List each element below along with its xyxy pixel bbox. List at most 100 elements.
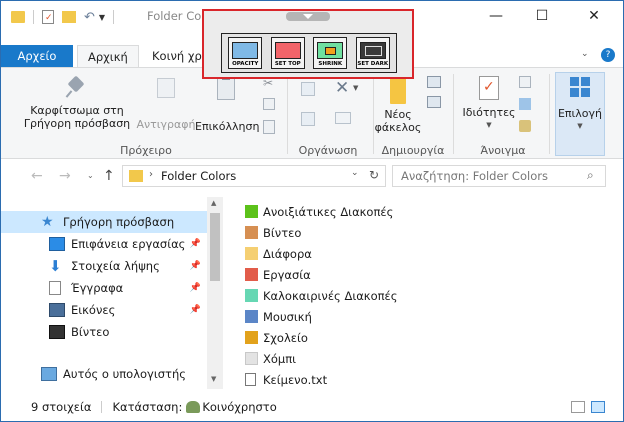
edit-icon[interactable] bbox=[519, 98, 531, 110]
folder-icon bbox=[245, 205, 258, 218]
folder-icon bbox=[245, 310, 258, 323]
minimize-button[interactable]: — bbox=[481, 7, 511, 25]
list-item[interactable]: Εργασία bbox=[245, 264, 605, 285]
shrink-button[interactable]: SHRINK bbox=[313, 37, 348, 69]
list-item[interactable]: Κείμενο.txt bbox=[245, 369, 605, 390]
set-top-button[interactable]: SET TOP bbox=[270, 37, 305, 69]
large-icons-view-icon[interactable] bbox=[591, 401, 605, 413]
ribbon: Καρφίτσωμα στη Γρήγορη πρόσβαση Αντιγραφ… bbox=[1, 67, 623, 159]
delete-icon[interactable]: ✕ bbox=[335, 78, 349, 98]
copy-path-icon[interactable] bbox=[263, 98, 275, 110]
file-name: Κείμενο.txt bbox=[263, 372, 328, 387]
pin-icon[interactable]: 📌 bbox=[190, 239, 201, 249]
select-label: Επιλογή bbox=[557, 107, 603, 120]
paste-shortcut-icon[interactable] bbox=[263, 120, 275, 134]
new-folder-button[interactable]: Νέος φάκελος bbox=[373, 78, 423, 134]
list-item[interactable]: Διάφορα bbox=[245, 243, 605, 264]
new-folder-icon[interactable] bbox=[62, 11, 76, 23]
paste-button[interactable]: Επικόλληση bbox=[195, 76, 259, 133]
address-bar-row: ← → ⌄ ↑ › Folder Colors ⌄ ↻ Αναζήτηση: F… bbox=[1, 161, 623, 191]
toolbar-grip-handle[interactable] bbox=[286, 12, 330, 21]
desktop-icon bbox=[49, 237, 65, 251]
maximize-button[interactable]: ☐ bbox=[527, 7, 557, 25]
file-name: Βίντεο bbox=[263, 225, 302, 240]
folder-icon bbox=[245, 226, 258, 239]
scroll-up-icon[interactable]: ▲ bbox=[211, 199, 216, 207]
separator bbox=[113, 10, 115, 24]
pin-icon[interactable]: 📌 bbox=[190, 283, 201, 293]
nav-item-pictures[interactable]: Εικόνες 📌 bbox=[1, 299, 207, 321]
list-item[interactable]: Ανοιξιάτικες Διακοπές bbox=[245, 201, 605, 222]
list-item[interactable]: Σχολείο bbox=[245, 327, 605, 348]
item-count: 9 στοιχεία bbox=[31, 400, 92, 414]
scroll-down-icon[interactable]: ▼ bbox=[211, 375, 216, 383]
properties-button[interactable]: ✓ Ιδιότητες ▼ bbox=[457, 76, 521, 132]
state-value: Κοινόχρηστο bbox=[202, 400, 277, 414]
file-name: Μουσική bbox=[263, 309, 312, 324]
copy-button[interactable]: Αντιγραφή bbox=[135, 78, 197, 131]
tab-file[interactable]: Αρχείο bbox=[1, 45, 73, 67]
pin-quick-access-button[interactable]: Καρφίτσωμα στη Γρήγορη πρόσβαση bbox=[19, 75, 135, 130]
pin-icon[interactable]: 📌 bbox=[190, 261, 201, 271]
nav-item-desktop[interactable]: Επιφάνεια εργασίας 📌 bbox=[1, 233, 207, 255]
open-icon[interactable] bbox=[519, 76, 531, 88]
delete-dropdown-icon[interactable]: ▼ bbox=[353, 84, 358, 92]
details-view-icon[interactable] bbox=[571, 401, 585, 413]
search-input[interactable]: Αναζήτηση: Folder Colors bbox=[401, 169, 548, 183]
nav-item-quick-access[interactable]: ★ Γρήγορη πρόσβαση bbox=[1, 211, 207, 233]
nav-item-videos[interactable]: Βίντεο bbox=[1, 321, 207, 343]
close-button[interactable]: ✕ bbox=[579, 7, 609, 25]
nav-item-label: Έγγραφα bbox=[71, 281, 124, 295]
folder-icon[interactable] bbox=[11, 11, 25, 23]
list-item[interactable]: Χόμπι bbox=[245, 348, 605, 369]
rename-icon[interactable] bbox=[335, 112, 351, 124]
up-arrow-icon[interactable]: ↑ bbox=[103, 168, 115, 184]
address-dropdown-icon[interactable]: ⌄ bbox=[351, 168, 359, 178]
ribbon-expand-icon[interactable]: ⌄ bbox=[581, 49, 589, 59]
nav-item-documents[interactable]: Έγγραφα 📌 bbox=[1, 277, 207, 299]
recent-dropdown-icon[interactable]: ⌄ bbox=[87, 171, 94, 180]
file-name: Σχολείο bbox=[263, 330, 308, 345]
back-arrow-icon[interactable]: ← bbox=[31, 168, 43, 184]
nav-item-label: Αυτός ο υπολογιστής bbox=[63, 367, 186, 381]
nav-item-this-pc[interactable]: Αυτός ο υπολογιστής bbox=[1, 363, 207, 385]
file-name: Διάφορα bbox=[263, 246, 312, 261]
list-item[interactable]: Βίντεο bbox=[245, 222, 605, 243]
easy-access-icon[interactable] bbox=[427, 96, 441, 108]
breadcrumb-current[interactable]: Folder Colors bbox=[161, 169, 236, 183]
file-name: Ανοιξιάτικες Διακοπές bbox=[263, 204, 394, 219]
nav-scrollbar[interactable]: ▲ ▼ bbox=[207, 197, 223, 389]
forward-arrow-icon[interactable]: → bbox=[59, 168, 71, 184]
undo-icon[interactable]: ↶ bbox=[84, 10, 95, 25]
tab-home[interactable]: Αρχική bbox=[77, 45, 139, 67]
file-name: Καλοκαιρινές Διακοπές bbox=[263, 288, 398, 303]
status-bar: 9 στοιχεία Κατάσταση: Κοινόχρηστο bbox=[1, 393, 623, 421]
customize-qa-icon[interactable]: ▼ bbox=[99, 13, 105, 22]
group-clipboard-label: Πρόχειρο bbox=[120, 144, 172, 157]
address-box[interactable]: › Folder Colors ⌄ ↻ bbox=[122, 165, 386, 187]
pin-icon[interactable]: 📌 bbox=[190, 305, 201, 315]
properties-icon[interactable]: ✓ bbox=[42, 10, 54, 24]
state-label: Κατάσταση: bbox=[112, 400, 183, 414]
toolbar-button-group: OPACITY SET TOP SHRINK SET DARK bbox=[221, 33, 397, 73]
folder-icon bbox=[245, 247, 258, 260]
copy-to-icon[interactable] bbox=[301, 112, 315, 126]
new-item-icon[interactable] bbox=[427, 76, 441, 88]
refresh-icon[interactable]: ↻ bbox=[369, 168, 379, 182]
select-grid-icon bbox=[570, 77, 590, 97]
separator bbox=[453, 74, 454, 154]
nav-item-label: Επιφάνεια εργασίας bbox=[71, 237, 186, 251]
scrollbar-thumb[interactable] bbox=[210, 213, 220, 281]
help-icon[interactable]: ? bbox=[601, 48, 615, 62]
select-button[interactable]: Επιλογή ▼ bbox=[555, 72, 605, 156]
opacity-button[interactable]: OPACITY bbox=[228, 37, 263, 69]
list-item[interactable]: Καλοκαιρινές Διακοπές bbox=[245, 285, 605, 306]
set-dark-button[interactable]: SET DARK bbox=[355, 37, 390, 69]
move-to-icon[interactable] bbox=[301, 82, 315, 96]
nav-item-downloads[interactable]: ⬇ Στοιχεία λήψης 📌 bbox=[1, 255, 207, 277]
search-box[interactable]: Αναζήτηση: Folder Colors ⌕ bbox=[392, 165, 606, 187]
history-icon[interactable] bbox=[519, 120, 531, 132]
folder-icon bbox=[245, 331, 258, 344]
list-item[interactable]: Μουσική bbox=[245, 306, 605, 327]
properties-big-icon: ✓ bbox=[479, 76, 499, 100]
